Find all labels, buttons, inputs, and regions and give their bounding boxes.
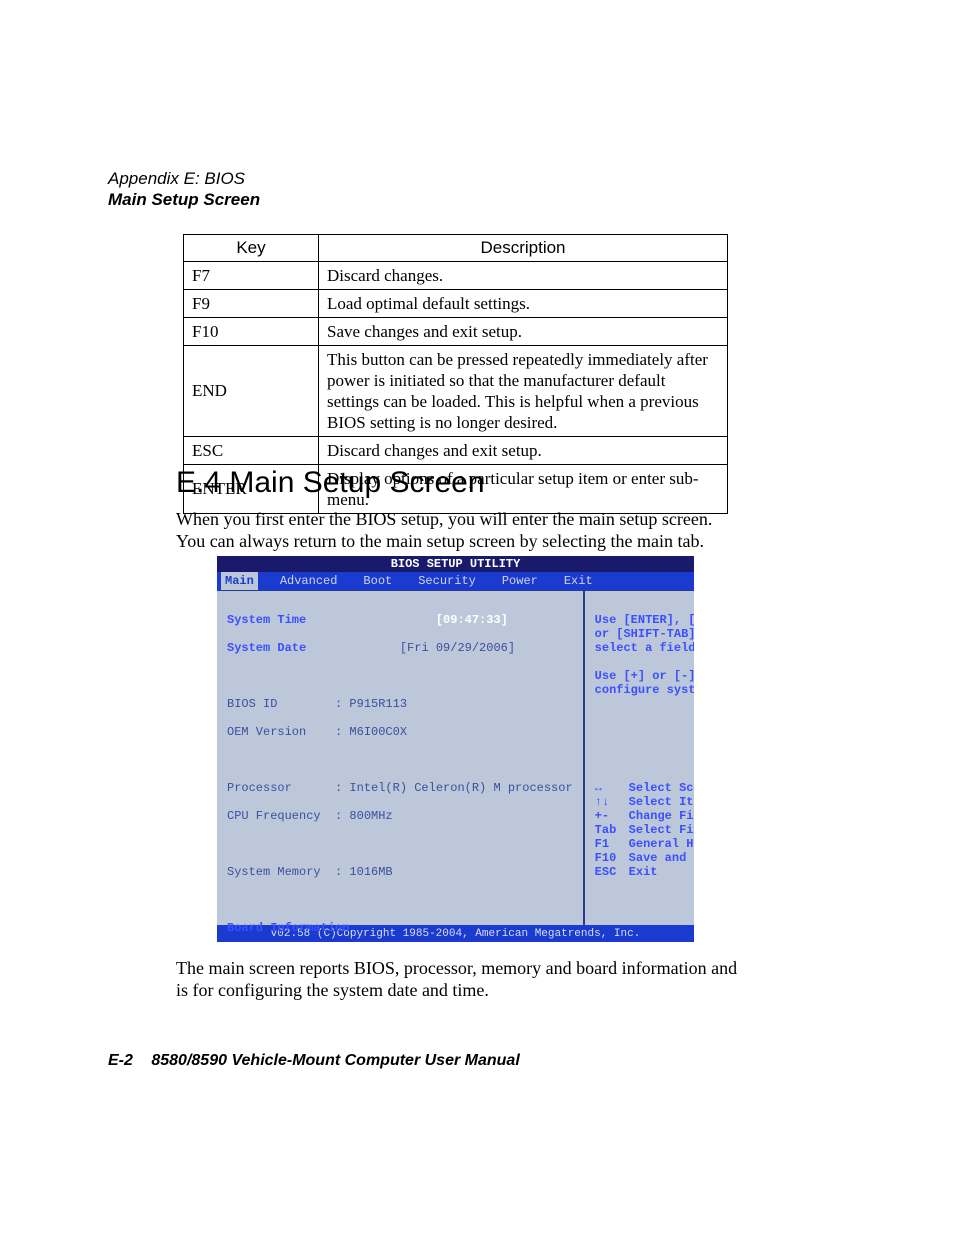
key-cell: END bbox=[184, 346, 319, 437]
page-footer: E-2 8580/8590 Vehicle-Mount Computer Use… bbox=[108, 1052, 520, 1070]
col-header-desc: Description bbox=[319, 235, 728, 262]
help-key-icon: +- bbox=[595, 809, 629, 823]
system-time-label[interactable]: System Time bbox=[227, 613, 306, 627]
desc-cell: Discard changes. bbox=[319, 262, 728, 290]
help-key-desc: Select Field bbox=[629, 823, 694, 837]
bios-title-bar: BIOS SETUP UTILITY bbox=[217, 556, 694, 572]
bios-body: System Time [09:47:33] System Date [Fri … bbox=[217, 590, 694, 925]
document-page: Appendix E: BIOS Main Setup Screen Key D… bbox=[0, 0, 954, 1235]
system-time-value[interactable]: [09:47:33] bbox=[436, 613, 508, 627]
help-key-icon: F1 bbox=[595, 837, 629, 851]
system-memory-label: System Memory : bbox=[227, 865, 342, 879]
desc-cell: Discard changes and exit setup. bbox=[319, 437, 728, 465]
help-key-desc: Exit bbox=[629, 865, 658, 879]
system-memory-value: 1016MB bbox=[349, 865, 392, 879]
key-cell: ESC bbox=[184, 437, 319, 465]
bios-id-value: P915R113 bbox=[349, 697, 407, 711]
page-number: E-2 bbox=[108, 1052, 133, 1069]
bios-tab-power[interactable]: Power bbox=[498, 572, 542, 590]
desc-cell: Load optimal default settings. bbox=[319, 290, 728, 318]
desc-cell: Save changes and exit setup. bbox=[319, 318, 728, 346]
bios-id-label: BIOS ID : bbox=[227, 697, 342, 711]
header-line-section: Main Setup Screen bbox=[108, 189, 260, 210]
cpu-frequency-value: 800MHz bbox=[349, 809, 392, 823]
bios-screenshot: BIOS SETUP UTILITY Main Advanced Boot Se… bbox=[217, 556, 694, 942]
help-key-desc: Save and Exit bbox=[629, 851, 694, 865]
bios-main-panel: System Time [09:47:33] System Date [Fri … bbox=[217, 591, 585, 925]
system-date-value[interactable]: [Fri 09/29/2006] bbox=[400, 641, 515, 655]
help-text-line: configure system Time. bbox=[595, 683, 694, 697]
help-text-line: or [SHIFT-TAB] to bbox=[595, 627, 694, 641]
help-text-line: select a field. bbox=[595, 641, 694, 655]
oem-version-value: M6I00C0X bbox=[349, 725, 407, 739]
help-key-grid: ↔Select Screen ↑↓Select Item +-Change Fi… bbox=[595, 767, 694, 879]
key-cell: F9 bbox=[184, 290, 319, 318]
processor-label: Processor : bbox=[227, 781, 342, 795]
processor-value: Intel(R) Celeron(R) M processor bbox=[349, 781, 572, 795]
table-row: ESC Discard changes and exit setup. bbox=[184, 437, 728, 465]
help-key-desc: General Help bbox=[629, 837, 694, 851]
bios-help-panel: Use [ENTER], [TAB] or [SHIFT-TAB] to sel… bbox=[585, 591, 694, 925]
help-text-line: Use [ENTER], [TAB] bbox=[595, 613, 694, 627]
help-key-desc: Select Screen bbox=[629, 781, 694, 795]
table-row: F7 Discard changes. bbox=[184, 262, 728, 290]
desc-cell: This button can be pressed repeatedly im… bbox=[319, 346, 728, 437]
section-intro-para: When you first enter the BIOS setup, you… bbox=[176, 508, 736, 552]
table-header-row: Key Description bbox=[184, 235, 728, 262]
running-header: Appendix E: BIOS Main Setup Screen bbox=[108, 168, 260, 210]
bios-tab-advanced[interactable]: Advanced bbox=[276, 572, 342, 590]
bios-tab-security[interactable]: Security bbox=[414, 572, 480, 590]
bios-tab-bar: Main Advanced Boot Security Power Exit bbox=[217, 572, 694, 590]
help-key-icon: ↑↓ bbox=[595, 795, 629, 809]
table-row: F10 Save changes and exit setup. bbox=[184, 318, 728, 346]
document-title: 8580/8590 Vehicle-Mount Computer User Ma… bbox=[151, 1052, 519, 1069]
section-post-para: The main screen reports BIOS, processor,… bbox=[176, 957, 746, 1001]
key-cell: F10 bbox=[184, 318, 319, 346]
oem-version-label: OEM Version : bbox=[227, 725, 342, 739]
bios-tab-exit[interactable]: Exit bbox=[560, 572, 597, 590]
help-key-icon: Tab bbox=[595, 823, 629, 837]
col-header-key: Key bbox=[184, 235, 319, 262]
key-cell: F7 bbox=[184, 262, 319, 290]
help-key-icon: F10 bbox=[595, 851, 629, 865]
bios-tab-boot[interactable]: Boot bbox=[359, 572, 396, 590]
section-heading: E.4 Main Setup Screen bbox=[176, 466, 485, 500]
header-line-appendix: Appendix E: BIOS bbox=[108, 168, 260, 189]
table-row: F9 Load optimal default settings. bbox=[184, 290, 728, 318]
help-key-icon: ↔ bbox=[595, 781, 629, 795]
table-row: END This button can be pressed repeatedl… bbox=[184, 346, 728, 437]
board-info-heading: Board Information bbox=[227, 921, 349, 935]
bios-tab-main[interactable]: Main bbox=[221, 572, 258, 590]
help-key-desc: Change Field bbox=[629, 809, 694, 823]
help-key-icon: ESC bbox=[595, 865, 629, 879]
system-date-label[interactable]: System Date bbox=[227, 641, 306, 655]
cpu-frequency-label: CPU Frequency : bbox=[227, 809, 342, 823]
help-text-line: Use [+] or [-] to bbox=[595, 669, 694, 683]
help-key-desc: Select Item bbox=[629, 795, 694, 809]
